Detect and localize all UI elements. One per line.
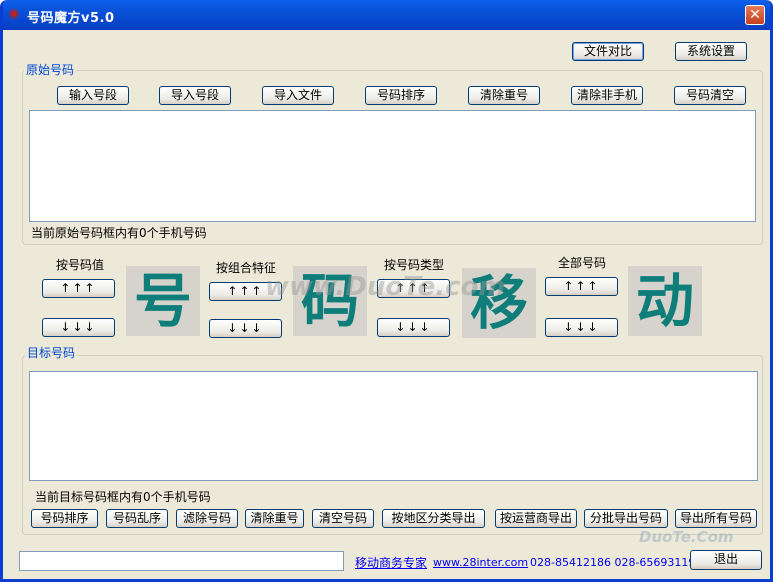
vendor-website-link[interactable]: www.28inter.com [433,556,528,569]
status-input[interactable] [19,551,344,571]
big-char-dong: 动 [628,266,702,336]
target-shuffle-button[interactable]: 号码乱序 [106,509,168,528]
big-char-hao: 号 [126,266,200,336]
filter-label-by-value: 按号码值 [56,258,105,272]
title-bar[interactable]: ✺ 号码魔方v5.0 ✕ [3,0,770,30]
remove-non-mobile-button[interactable]: 清除非手机 [571,86,643,105]
original-numbers-textarea[interactable] [29,110,756,222]
input-segment-button[interactable]: 输入号段 [57,86,129,105]
sort-down-by-type-button[interactable]: ↓↓↓ [377,318,450,337]
import-segment-button[interactable]: 导入号段 [159,86,231,105]
target-filter-button[interactable]: 滤除号码 [176,509,238,528]
original-clear-button[interactable]: 号码清空 [674,86,746,105]
original-count-status: 当前原始号码框内有0个手机号码 [31,226,207,240]
target-numbers-textarea[interactable] [29,371,758,481]
export-all-button[interactable]: 导出所有号码 [675,509,757,528]
sort-up-all-button[interactable]: ↑↑↑ [545,277,618,296]
export-by-region-button[interactable]: 按地区分类导出 [382,509,485,528]
target-count-status: 当前目标号码框内有0个手机号码 [35,490,211,504]
system-settings-button[interactable]: 系统设置 [675,42,747,61]
filter-label-by-type: 按号码类型 [384,258,445,272]
close-button[interactable]: ✕ [745,5,765,25]
filter-label-all: 全部号码 [558,256,607,270]
app-window: ✺ 号码魔方v5.0 ✕ 文件对比 系统设置 原始号码 输入号段 导入号段 导入… [0,0,773,582]
vendor-name-link[interactable]: 移动商务专家 [355,554,427,571]
original-dedupe-button[interactable]: 清除重号 [468,86,540,105]
exit-button[interactable]: 退出 [690,550,762,570]
original-numbers-label: 原始号码 [24,63,77,77]
import-file-button[interactable]: 导入文件 [262,86,334,105]
batch-export-button[interactable]: 分批导出号码 [584,509,668,528]
sort-down-by-value-button[interactable]: ↓↓↓ [42,318,115,337]
target-clear-button[interactable]: 清空号码 [312,509,374,528]
app-gear-icon: ✺ [8,7,20,23]
vendor-phones: 028-85412186 028-65693119 [530,556,696,569]
original-sort-button[interactable]: 号码排序 [365,86,437,105]
export-by-carrier-button[interactable]: 按运营商导出 [495,509,577,528]
target-sort-button[interactable]: 号码排序 [31,509,98,528]
target-numbers-label: 目标号码 [25,346,78,360]
site-watermark: www.DuoTe.com [265,272,506,302]
window-title: 号码魔方v5.0 [27,11,115,26]
file-compare-button[interactable]: 文件对比 [572,42,644,61]
sort-up-by-value-button[interactable]: ↑↑↑ [42,279,115,298]
target-dedupe-button[interactable]: 清除重号 [245,509,304,528]
brand-watermark: DuoTe.Com [639,528,734,546]
sort-down-all-button[interactable]: ↓↓↓ [545,318,618,337]
sort-down-by-combination-button[interactable]: ↓↓↓ [209,319,282,338]
